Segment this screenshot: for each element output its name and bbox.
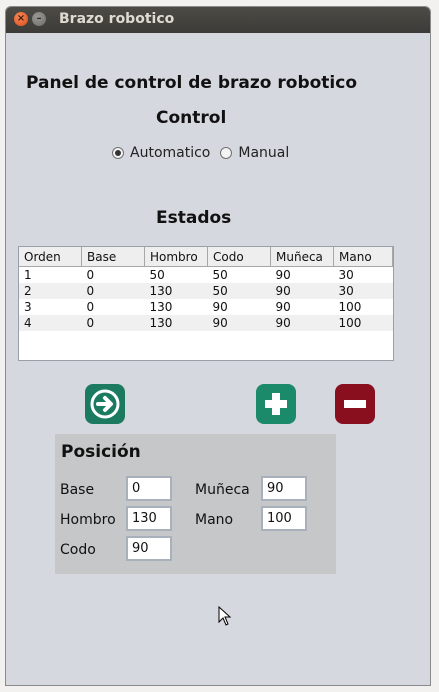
radio-unselected-icon[interactable]	[220, 147, 233, 159]
title-bar: × – Brazo robotico	[6, 7, 430, 33]
column-header-codo[interactable]: Codo	[207, 247, 271, 267]
column-header-muneca[interactable]: Muñeca	[270, 247, 334, 267]
muneca-label: Muñeca	[195, 482, 250, 498]
column-header-mano[interactable]: Mano	[333, 247, 393, 267]
app-window: × – Brazo robotico Panel de control de b…	[5, 6, 431, 686]
table-cell: 0	[81, 283, 145, 299]
table-cell: 90	[207, 315, 271, 331]
table-row[interactable]: 2 0 130 50 90 30	[19, 283, 393, 299]
table-cell: 90	[212, 300, 228, 314]
table-cell: 100	[333, 315, 393, 331]
position-heading: Posición	[61, 442, 141, 462]
table-cell: 90	[270, 283, 334, 299]
radio-automatico-label: Automatico	[130, 145, 211, 161]
table-cell: 0	[86, 268, 95, 282]
table-row[interactable]: 4 0 130 90 90 100	[19, 315, 393, 331]
table-cell: 130	[149, 300, 173, 314]
table-cell: 30	[338, 268, 354, 282]
mano-field[interactable]	[261, 506, 307, 531]
next-step-button[interactable]	[85, 384, 125, 424]
table-cell: 50	[212, 268, 228, 282]
radio-automatico[interactable]: Automatico	[112, 145, 210, 161]
table-cell: 4	[19, 315, 82, 331]
codo-field[interactable]	[126, 536, 172, 561]
arrow-right-icon	[90, 389, 120, 419]
control-heading: Control	[156, 108, 227, 128]
radio-manual-label: Manual	[238, 145, 290, 161]
table-header-row: Orden Base Hombro Codo Muñeca Mano	[19, 247, 393, 267]
table-cell: 1	[24, 268, 32, 282]
close-window-button[interactable]: ×	[14, 12, 28, 26]
minus-icon	[344, 400, 366, 408]
column-header-hombro[interactable]: Hombro	[144, 247, 208, 267]
table-cell: 0	[86, 300, 95, 314]
table-cell: 90	[275, 268, 291, 282]
table-cell: 50	[149, 268, 165, 282]
hombro-field[interactable]	[126, 506, 172, 531]
table-cell: 90	[270, 315, 334, 331]
hombro-label: Hombro	[60, 512, 116, 528]
table-cell: 0	[81, 315, 145, 331]
column-header-orden[interactable]: Orden	[19, 247, 82, 267]
estados-table[interactable]: Orden Base Hombro Codo Muñeca Mano 1 0 5…	[18, 246, 394, 361]
position-panel: Posición Base Hombro Codo Muñeca Mano	[55, 434, 336, 574]
remove-state-button[interactable]	[335, 384, 375, 424]
page-title: Panel de control de brazo robotico	[26, 73, 358, 93]
table-cell: 3	[24, 300, 32, 314]
table-cell: 2	[19, 283, 82, 299]
table-row[interactable]: 1 0 50 50 90 30	[19, 267, 393, 284]
table-row[interactable]: 3 0 130 90 90 100	[19, 299, 393, 315]
muneca-field[interactable]	[261, 476, 307, 501]
table-cell: 90	[275, 300, 291, 314]
base-field[interactable]	[126, 476, 172, 501]
table-cell: 130	[144, 315, 208, 331]
table-cell: 130	[144, 283, 208, 299]
plus-icon	[265, 393, 287, 415]
column-header-base[interactable]: Base	[81, 247, 145, 267]
mano-label: Mano	[195, 512, 234, 528]
window-title: Brazo robotico	[59, 11, 175, 27]
radio-manual[interactable]: Manual	[220, 145, 289, 161]
estados-heading: Estados	[156, 208, 232, 228]
table-cell: 100	[338, 300, 362, 314]
add-state-button[interactable]	[256, 384, 296, 424]
minimize-window-button[interactable]: –	[32, 12, 46, 26]
table-cell: 50	[207, 283, 271, 299]
radio-selected-icon[interactable]	[112, 147, 124, 159]
table-cell: 30	[333, 283, 393, 299]
mouse-cursor-icon	[218, 606, 232, 626]
control-mode-radio-group: Automatico Manual	[112, 145, 299, 161]
base-label: Base	[60, 482, 95, 498]
codo-label: Codo	[60, 542, 96, 558]
